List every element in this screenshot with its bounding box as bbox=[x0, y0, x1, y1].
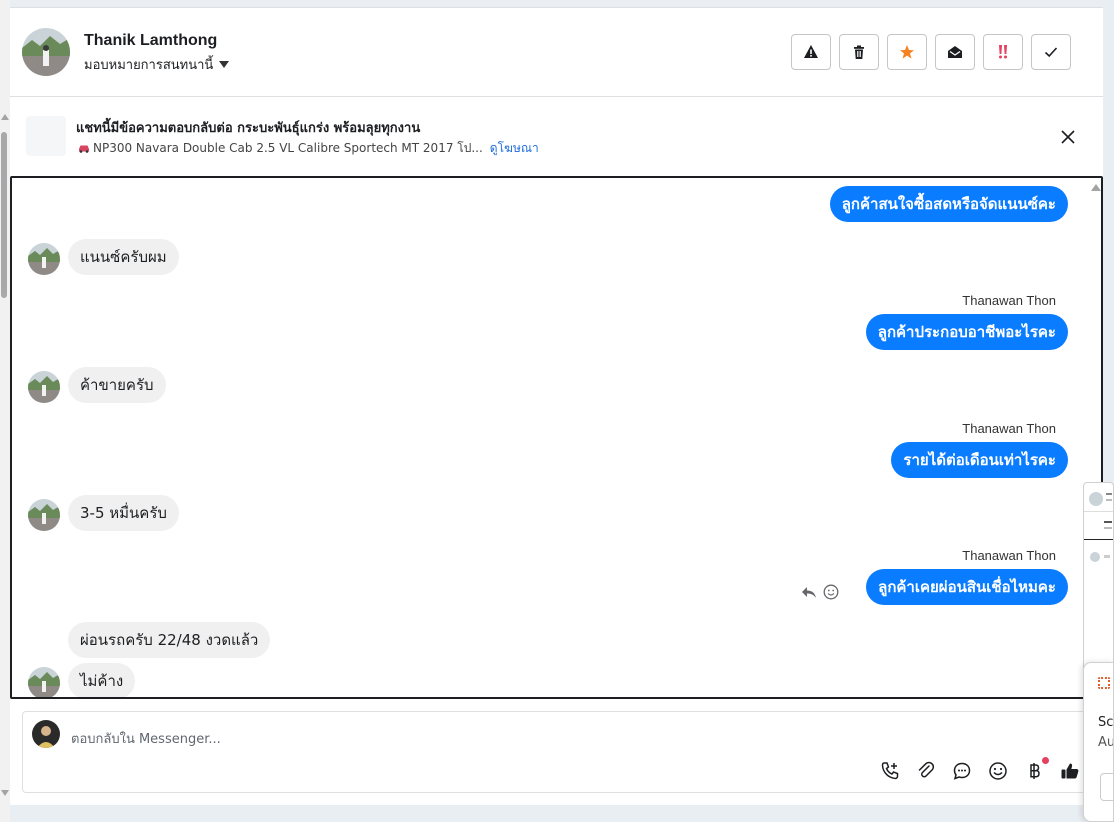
thread-scroll-up-arrow[interactable] bbox=[1091, 184, 1101, 191]
trash-icon bbox=[854, 45, 864, 59]
attach-button[interactable] bbox=[915, 760, 937, 782]
call-button[interactable] bbox=[879, 760, 901, 782]
chat-bubble-icon bbox=[953, 762, 971, 780]
baht-icon bbox=[1030, 763, 1040, 779]
incoming-message[interactable]: 3-5 หมื่นครับ bbox=[68, 495, 179, 531]
important-icon bbox=[999, 45, 1007, 59]
scroll-thumb[interactable] bbox=[1, 132, 7, 298]
warning-icon bbox=[804, 45, 818, 58]
conversation-header: Thanik Lamthong มอบหมายการสนทนานี้ bbox=[10, 8, 1103, 97]
star-icon bbox=[900, 45, 914, 59]
composer-tools bbox=[879, 757, 1081, 782]
close-icon bbox=[1061, 130, 1075, 144]
outgoing-message[interactable]: ลูกค้าสนใจซื้อสดหรือจัดแนนซ์คะ bbox=[829, 186, 1068, 222]
emoji-button[interactable] bbox=[987, 760, 1009, 782]
ad-banner-title: แชทนี้มีข้อความตอบกลับต่อ กระบะพันธุ์แกร… bbox=[76, 121, 421, 136]
mark-done-button[interactable] bbox=[1031, 34, 1071, 70]
page-scrollbar[interactable] bbox=[0, 0, 10, 822]
my-avatar bbox=[32, 720, 60, 748]
caret-down-icon bbox=[219, 61, 230, 68]
reply-icon[interactable] bbox=[801, 585, 817, 599]
mark-read-icon bbox=[948, 46, 962, 58]
check-icon bbox=[1044, 47, 1058, 58]
contact-avatar-small bbox=[28, 499, 60, 531]
ad-banner-subtitle: NP300 Navara Double Cab 2.5 VL Calibre S… bbox=[78, 139, 539, 158]
follow-up-button[interactable] bbox=[983, 34, 1023, 70]
mark-unread-button[interactable] bbox=[935, 34, 975, 70]
scroll-down-arrow[interactable] bbox=[1, 790, 9, 796]
ad-reply-banner: แชทนี้มีข้อความตอบกลับต่อ กระบะพันธุ์แกร… bbox=[10, 98, 1103, 176]
assign-label: มอบหมายการสนทนานี้ bbox=[84, 58, 214, 73]
scroll-up-arrow[interactable] bbox=[1, 114, 9, 120]
react-icon[interactable] bbox=[823, 584, 839, 600]
payment-button[interactable] bbox=[1023, 757, 1049, 782]
sender-name: Thanawan Thon bbox=[962, 548, 1056, 563]
incoming-message[interactable]: ไม่ค้าง bbox=[68, 663, 136, 697]
contact-avatar-small bbox=[28, 243, 60, 275]
paperclip-icon bbox=[918, 761, 935, 778]
phone-add-icon bbox=[881, 762, 899, 780]
thumbs-up-icon bbox=[1061, 763, 1079, 779]
close-banner-button[interactable] bbox=[1059, 128, 1077, 146]
ad-subtitle-text: NP300 Navara Double Cab 2.5 VL Calibre S… bbox=[93, 141, 483, 155]
toast-line-1: Scr bbox=[1098, 715, 1114, 730]
view-ad-link[interactable]: ดูโฆษณา bbox=[490, 139, 539, 158]
notification-dot bbox=[1042, 757, 1049, 764]
contact-avatar[interactable] bbox=[22, 28, 70, 76]
incoming-message[interactable]: แนนซ์ครับผม bbox=[68, 239, 179, 275]
toast-line-2: Au bbox=[1098, 735, 1114, 750]
contact-avatar-small bbox=[28, 371, 60, 403]
conversation-panel: Thanik Lamthong มอบหมายการสนทนานี้ แชทนี… bbox=[10, 7, 1103, 805]
screenshot-icon bbox=[1098, 677, 1110, 689]
header-actions bbox=[791, 34, 1071, 70]
sender-name: Thanawan Thon bbox=[962, 421, 1056, 436]
outgoing-message[interactable]: ลูกค้าประกอบอาชีพอะไรคะ bbox=[865, 314, 1068, 350]
contact-avatar-small bbox=[28, 667, 60, 697]
notification-toast[interactable]: Scr Au bbox=[1083, 662, 1114, 822]
toast-action-button[interactable] bbox=[1100, 773, 1113, 801]
emoji-icon bbox=[989, 762, 1007, 780]
delete-button[interactable] bbox=[839, 34, 879, 70]
sender-name: Thanawan Thon bbox=[962, 293, 1056, 308]
message-tools bbox=[801, 584, 839, 600]
adjacent-window-preview[interactable] bbox=[1083, 482, 1114, 692]
contact-name[interactable]: Thanik Lamthong bbox=[84, 32, 217, 50]
like-button[interactable] bbox=[1059, 760, 1081, 782]
reply-input[interactable]: ตอบกลับใน Messenger... bbox=[71, 728, 221, 749]
incoming-message[interactable]: ผ่อนรถครับ 22/48 งวดแล้ว bbox=[68, 622, 271, 658]
star-button[interactable] bbox=[887, 34, 927, 70]
saved-replies-button[interactable] bbox=[951, 760, 973, 782]
message-thread[interactable]: ลูกค้าสนใจซื้อสดหรือจัดแนนซ์คะ แนนซ์ครับ… bbox=[10, 176, 1103, 699]
assign-conversation-dropdown[interactable]: มอบหมายการสนทนานี้ bbox=[84, 54, 230, 75]
car-icon bbox=[78, 142, 90, 156]
outgoing-message[interactable]: รายได้ต่อเดือนเท่าไรคะ bbox=[891, 442, 1068, 478]
ad-thumbnail bbox=[26, 116, 66, 156]
outgoing-message[interactable]: ลูกค้าเคยผ่อนสินเชื่อไหมคะ bbox=[866, 569, 1068, 605]
incoming-message[interactable]: ค้าขายครับ bbox=[68, 367, 166, 403]
reply-composer[interactable]: ตอบกลับใน Messenger... bbox=[22, 711, 1093, 793]
report-spam-button[interactable] bbox=[791, 34, 831, 70]
